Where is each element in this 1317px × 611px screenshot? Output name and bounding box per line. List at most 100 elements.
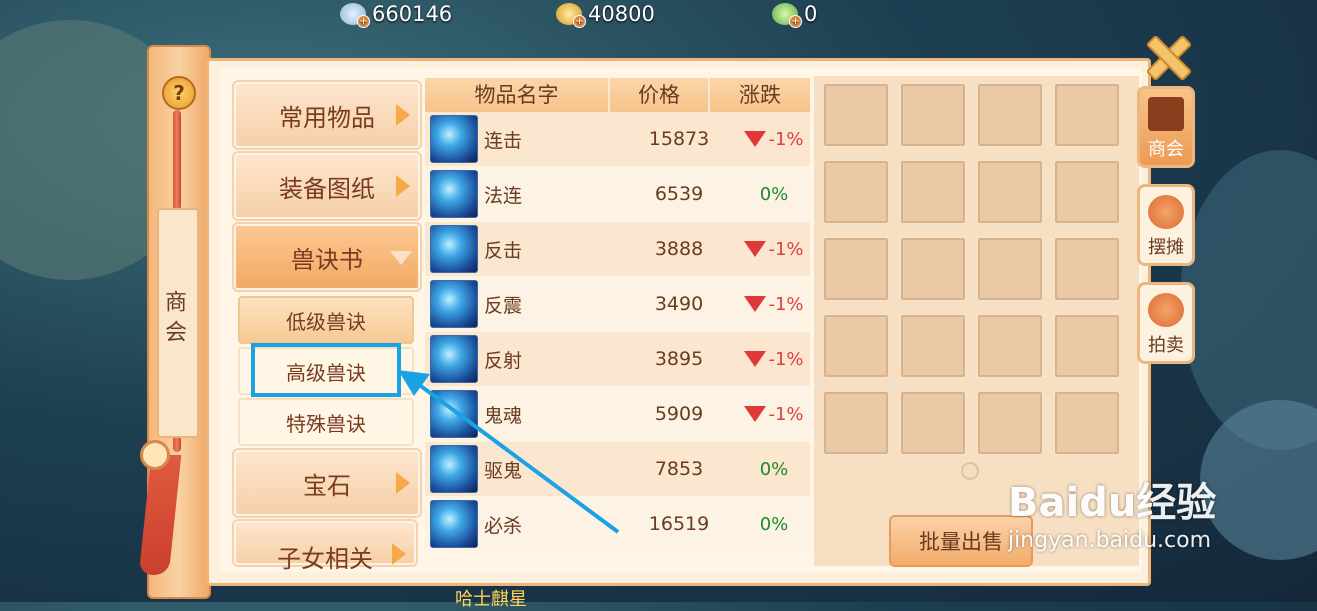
- table-row[interactable]: 反射 3895 -1%: [425, 332, 810, 386]
- inventory-slot[interactable]: [899, 159, 967, 225]
- category-gems[interactable]: 宝石: [232, 448, 422, 518]
- table-row[interactable]: 反击 3888 -1%: [425, 222, 810, 276]
- table-row[interactable]: 反震 3490 -1%: [425, 277, 810, 331]
- item-price: 6539: [654, 183, 704, 205]
- watermark-url: jingyan.baidu.com: [1008, 528, 1212, 553]
- inventory-slot[interactable]: [1053, 236, 1121, 302]
- table-row[interactable]: 鬼魂 5909 -1%: [425, 387, 810, 441]
- item-name: 鬼魂: [484, 404, 523, 427]
- item-price: 3895: [654, 348, 704, 370]
- item-price-table: 物品名字 价格 涨跌 连击 15873 -1% 法连 6539 0% 反击 3888 -1% 反震…: [425, 78, 810, 566]
- inventory-slot[interactable]: [976, 390, 1044, 456]
- currency-silver[interactable]: + 660146: [340, 2, 452, 28]
- price-change: -1%: [739, 239, 809, 260]
- category-beast-skill-books[interactable]: 兽诀书: [232, 222, 422, 292]
- price-change-value: -1%: [768, 348, 804, 370]
- close-icon[interactable]: [1145, 34, 1193, 82]
- inventory-slot[interactable]: [976, 159, 1044, 225]
- coins-icon: [1148, 195, 1184, 229]
- item-name: 反射: [484, 349, 523, 372]
- category-label: 宝石: [303, 471, 351, 500]
- table-row[interactable]: 法连 6539 0%: [425, 167, 810, 221]
- subcategory-special[interactable]: 特殊兽诀: [238, 398, 414, 446]
- category-label: 装备图纸: [279, 174, 375, 203]
- skill-book-icon: [430, 335, 478, 383]
- price-change: 0%: [739, 514, 809, 535]
- price-change: 0%: [739, 459, 809, 480]
- chevron-down-icon: [390, 251, 412, 265]
- item-name: 连击: [484, 129, 523, 152]
- item-price: 3888: [654, 238, 704, 260]
- watermark-logo: Baidu经验: [1008, 480, 1217, 526]
- inventory-slot[interactable]: [976, 82, 1044, 148]
- tab-chamber-of-commerce[interactable]: 商会: [1137, 86, 1195, 168]
- help-button[interactable]: ?: [162, 76, 196, 110]
- inventory-slot[interactable]: [1053, 313, 1121, 379]
- silver-coin-icon: +: [340, 3, 370, 28]
- currency-jade[interactable]: + 0: [772, 2, 817, 28]
- price-change: -1%: [739, 129, 809, 150]
- inventory-slot[interactable]: [976, 236, 1044, 302]
- price-change-value: -1%: [768, 403, 804, 425]
- jade-coin-icon: +: [772, 3, 802, 28]
- inventory-slot[interactable]: [822, 390, 890, 456]
- subcategory-label: 低级兽诀: [286, 309, 366, 334]
- inventory-slot[interactable]: [1053, 390, 1121, 456]
- rope-decoration: [173, 110, 181, 210]
- tab-label: 拍卖: [1148, 335, 1184, 356]
- arrow-down-icon: [744, 241, 767, 257]
- arrow-down-icon: [744, 131, 767, 147]
- inventory-slot[interactable]: [822, 159, 890, 225]
- item-price: 16519: [648, 513, 710, 535]
- rail-tag-label: 商会: [161, 290, 186, 350]
- inventory-slot[interactable]: [822, 82, 890, 148]
- gold-coin-icon: +: [556, 3, 586, 28]
- skill-book-icon: [430, 115, 478, 163]
- inventory-slot[interactable]: [899, 236, 967, 302]
- item-name: 驱鬼: [484, 459, 523, 482]
- coin-stack-icon: [1148, 293, 1184, 327]
- category-equipment-blueprints[interactable]: 装备图纸: [232, 151, 422, 221]
- annotation-highlight-box: [251, 343, 401, 397]
- table-header: 物品名字 价格 涨跌: [425, 78, 810, 112]
- skill-book-icon: [430, 500, 478, 548]
- inventory-slot[interactable]: [899, 313, 967, 379]
- chevron-right-icon: [396, 175, 410, 197]
- chevron-right-icon: [396, 472, 410, 494]
- price-change: -1%: [739, 404, 809, 425]
- skill-book-icon: [430, 170, 478, 218]
- table-row[interactable]: 必杀 16519 0%: [425, 497, 810, 551]
- inventory-slot[interactable]: [1053, 82, 1121, 148]
- chevron-right-icon: [396, 104, 410, 126]
- knot-decoration: [140, 440, 170, 470]
- item-name: 反震: [484, 294, 523, 317]
- column-header-price: 价格: [610, 78, 710, 112]
- subcategory-low-level[interactable]: 低级兽诀: [238, 296, 414, 344]
- skill-book-icon: [430, 445, 478, 493]
- table-row[interactable]: 驱鬼 7853 0%: [425, 442, 810, 496]
- category-children[interactable]: 子女相关: [232, 519, 418, 573]
- item-price: 15873: [648, 128, 710, 150]
- category-label: 常用物品: [279, 103, 375, 132]
- tab-label: 商会: [1148, 139, 1184, 160]
- watermark: Baidu经验 jingyan.baidu.com: [1008, 470, 1216, 553]
- currency-gold[interactable]: + 40800: [556, 2, 655, 28]
- inventory-slot[interactable]: [976, 313, 1044, 379]
- building-icon: [1148, 97, 1184, 131]
- inventory-slot[interactable]: [822, 313, 890, 379]
- tab-auction[interactable]: 拍卖: [1137, 282, 1195, 364]
- table-row[interactable]: 连击 15873 -1%: [425, 112, 810, 166]
- inventory-slot[interactable]: [822, 236, 890, 302]
- page-indicator-dot: [961, 462, 979, 480]
- tab-stall[interactable]: 摆摊: [1137, 184, 1195, 266]
- category-common-items[interactable]: 常用物品: [232, 80, 422, 150]
- item-price: 5909: [654, 403, 704, 425]
- item-name: 必杀: [484, 514, 523, 537]
- inventory-slot[interactable]: [1053, 159, 1121, 225]
- price-change-value: -1%: [768, 238, 804, 260]
- price-change: -1%: [739, 349, 809, 370]
- skill-book-icon: [430, 280, 478, 328]
- inventory-slot[interactable]: [899, 82, 967, 148]
- inventory-slot[interactable]: [899, 390, 967, 456]
- category-label: 兽诀书: [291, 245, 363, 274]
